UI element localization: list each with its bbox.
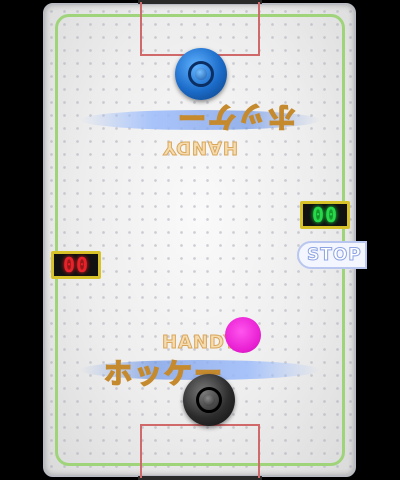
logo-title: ホッケー [175, 99, 297, 134]
mallet-knob [195, 68, 207, 80]
opponent-mallet [175, 48, 227, 100]
bottom-goal-crease [140, 424, 260, 478]
puck [225, 317, 261, 353]
stop-button[interactable]: STOP [297, 241, 367, 269]
top-player-score: 00 [300, 201, 350, 229]
player-mallet[interactable] [183, 374, 235, 426]
logo-subtitle: HANDY [162, 137, 239, 159]
bottom-player-score: 00 [51, 251, 101, 279]
mallet-knob [203, 394, 215, 406]
